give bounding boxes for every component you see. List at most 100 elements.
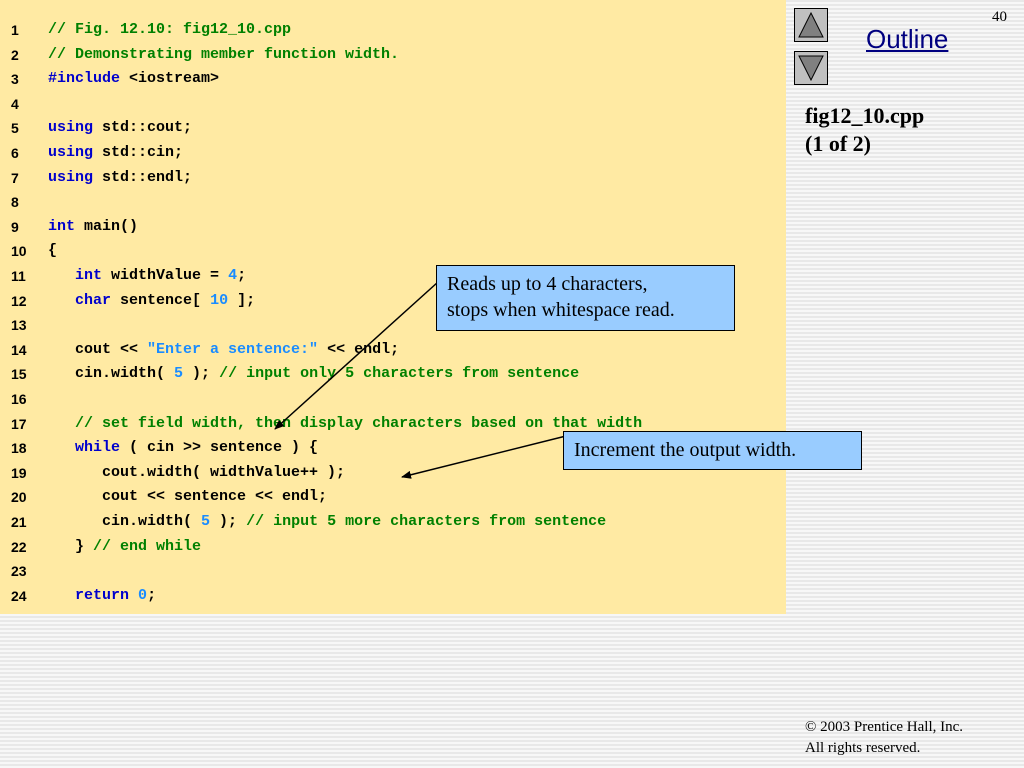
code-text: return 0; [48,584,156,608]
code-token-plain: sentence[ [111,291,211,309]
file-part: (1 of 2) [805,131,871,156]
file-title: fig12_10.cpp (1 of 2) [805,102,924,158]
code-line: 20 cout << sentence << endl; [0,485,786,509]
callout-increment-text: Increment the output width. [574,439,797,461]
line-number: 23 [11,563,27,580]
code-text: cin.width( 5 ); // input 5 more characte… [48,510,606,534]
line-number: 21 [11,514,27,530]
code-token-plain: cout.width( widthValue++ ); [48,463,346,481]
line-number: 11 [11,268,26,284]
code-token-keyword: using [48,144,94,161]
triangle-down-icon [798,55,824,82]
code-token-plain: widthValue = [102,267,229,284]
code-text: int main() [48,215,138,239]
line-number: 7 [11,169,19,186]
line-number: 17 [11,415,27,432]
code-token-plain: } [48,537,94,555]
line-number: 20 [11,489,27,506]
code-text: cin.width( 5 ); // input only 5 characte… [48,362,579,386]
line-number: 5 [11,120,19,137]
code-token-plain: ); [183,365,220,383]
code-text: using std::cin; [48,141,183,165]
code-text: while ( cin >> sentence ) { [48,436,318,460]
line-number: 3 [11,71,19,88]
copyright-line1: © 2003 Prentice Hall, Inc. [805,719,964,735]
code-token-number: 10 [210,291,229,309]
line-number: 24 [11,587,27,604]
code-line: 22 } // end while [0,535,786,559]
code-text: // Demonstrating member function width. [48,43,399,67]
line-number: 2 [11,46,19,63]
code-token-number: 5 [174,365,184,383]
code-text: cout << sentence << endl; [48,485,327,509]
code-line: 4 [0,92,786,116]
code-line: 1 // Fig. 12.10: fig12_10.cpp [0,18,786,42]
previous-slide-button[interactable] [794,8,828,42]
code-text: { [48,239,57,263]
callout-reads-characters: Reads up to 4 characters, stops when whi… [436,265,735,331]
code-line: 15 cin.width( 5 ); // input only 5 chara… [0,362,786,386]
code-token-keyword: int [75,267,103,284]
code-token-plain: std::cout; [93,119,193,137]
code-text: int widthValue = 4; [48,264,246,288]
code-text: char sentence[ 10 ]; [48,289,255,313]
line-number: 15 [11,366,27,383]
code-line: 8 [0,190,786,214]
code-line: 7 using std::endl; [0,166,786,190]
line-number: 13 [11,317,27,334]
code-token-keyword: using [48,119,94,137]
code-text: } // end while [48,535,201,559]
code-line: 6 using std::cin; [0,141,786,165]
code-line: 2 // Demonstrating member function width. [0,43,786,67]
line-number: 22 [11,538,27,555]
next-slide-button[interactable] [794,51,828,85]
code-token-comment: // Fig. 12.10: fig12_10.cpp [48,21,292,38]
line-number: 16 [11,391,27,407]
code-text: cout << "Enter a sentence:" << endl; [48,338,399,362]
code-line: 3 #include <iostream> [0,67,786,91]
line-number: 8 [11,194,19,211]
code-line: 16 [0,387,786,411]
code-text: cout.width( widthValue++ ); [48,461,345,485]
page-number: 40 [992,9,1007,25]
code-token-plain: ; [237,267,247,284]
code-token-plain: cin.width( [48,513,202,530]
file-name: fig12_10.cpp [805,103,925,128]
code-line: 9 int main() [0,215,786,239]
code-token-plain: cout << sentence << endl; [48,488,328,506]
line-number: 6 [11,145,19,161]
line-number: 14 [11,341,27,358]
copyright-notice: © 2003 Prentice Hall, Inc. All rights re… [805,717,963,759]
code-token-comment: // input 5 more characters from sentence [246,513,607,530]
callout-increment-width: Increment the output width. [563,431,862,470]
code-token-plain: ); [210,513,247,530]
code-token-plain: <iostream> [120,70,220,88]
code-text: #include <iostream> [48,67,219,91]
code-text: // Fig. 12.10: fig12_10.cpp [48,18,291,42]
copyright-line2: All rights reserved. [805,740,921,756]
code-token-plain: { [48,242,58,260]
line-number: 10 [11,243,27,260]
code-token-comment: // set field width, then display charact… [75,414,643,432]
code-line: 24 return 0; [0,584,786,608]
line-number: 12 [11,292,27,309]
code-token-plain: ; [147,586,157,604]
callout-reads-line2: stops when whitespace read. [447,299,675,321]
outline-link[interactable]: Outline [866,24,948,55]
code-token-keyword: using [48,168,94,186]
code-token-plain: cin.width( [48,365,175,383]
line-number: 19 [11,464,27,481]
code-line: 21 cin.width( 5 ); // input 5 more chara… [0,510,786,534]
code-token-plain: main() [75,217,139,235]
code-token-comment: // input only 5 characters from sentence [219,365,580,383]
code-token-plain: ( cin >> sentence ) { [120,439,319,457]
code-token-keyword: return [75,586,130,604]
line-number: 18 [11,440,27,457]
code-line: 23 [0,559,786,583]
code-token-plain: ]; [228,291,256,309]
line-number: 1 [11,22,19,38]
